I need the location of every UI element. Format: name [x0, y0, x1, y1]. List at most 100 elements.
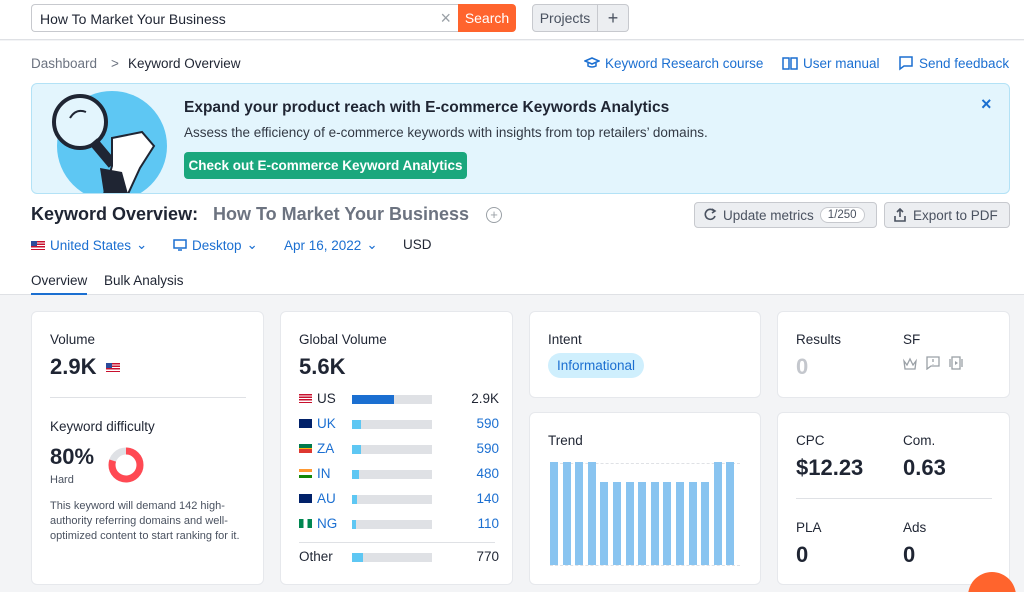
refresh-icon	[704, 208, 717, 221]
results-value: 0	[796, 354, 809, 379]
trend-bar	[650, 481, 659, 565]
keyword-course-label: Keyword Research course	[605, 55, 764, 71]
other-volume: 770	[476, 549, 499, 564]
kd-note: This keyword will demand 142 high-author…	[50, 500, 240, 542]
pla-label: PLA	[796, 520, 822, 535]
country-volume: 590	[476, 441, 499, 456]
trend-bar	[613, 481, 621, 565]
intent-label: Intent	[548, 332, 582, 347]
page-title: Keyword Overview:	[31, 204, 199, 224]
country-volume: 110	[477, 516, 499, 531]
country-code[interactable]: UK	[317, 416, 336, 431]
volume-bar-fill	[352, 420, 361, 429]
country-volume-row: US 2.9K	[299, 390, 499, 408]
volume-value: 2.9K	[50, 354, 97, 379]
country-code[interactable]: AU	[317, 491, 336, 506]
country-volume-row: AU 140	[299, 490, 499, 508]
volume-card: Volume 2.9K Keyword difficulty 80% Hard …	[31, 311, 264, 585]
device-value: Desktop	[192, 237, 242, 253]
volume-bar-fill	[352, 495, 357, 504]
export-pdf-label: Export to PDF	[913, 207, 998, 223]
device-dropdown[interactable]: Desktop ⌄	[173, 237, 258, 253]
volume-bar-fill	[352, 445, 361, 454]
pla-value: 0	[796, 542, 809, 567]
cpc-value: $12.23	[796, 455, 864, 480]
update-metrics-button[interactable]: Update metrics 1/250	[694, 202, 877, 228]
cpc-card: CPC $12.23 Com. 0.63 PLA 0 Ads 0	[777, 412, 1010, 585]
volume-bar-fill	[352, 470, 360, 479]
global-volume-card: Global Volume 5.6K US 2.9K UK 590 ZA 590 IN 480…	[280, 311, 513, 585]
promo-banner: Expand your product reach with E-commerc…	[31, 83, 1010, 194]
clear-search-icon[interactable]: ×	[440, 8, 451, 29]
close-banner-icon[interactable]: ×	[981, 94, 992, 115]
crown-icon	[903, 357, 917, 370]
volume-bar-fill	[352, 520, 356, 529]
user-manual-label: User manual	[803, 55, 880, 71]
sf-label: SF	[903, 332, 921, 347]
trend-bar	[550, 462, 558, 565]
breadcrumb-separator: >	[111, 56, 119, 71]
other-volume-row: Other 770	[299, 548, 499, 566]
video-carousel-icon	[949, 356, 963, 370]
chevron-down-icon: ⌄	[136, 237, 148, 252]
volume-bar-track	[352, 520, 432, 529]
projects-button[interactable]: Projects	[532, 4, 598, 32]
in-flag-icon	[299, 469, 312, 478]
date-dropdown[interactable]: Apr 16, 2022 ⌄	[284, 237, 378, 253]
search-button[interactable]: Search	[458, 4, 516, 32]
country-code[interactable]: ZA	[317, 441, 334, 456]
send-feedback-link[interactable]: Send feedback	[898, 55, 1009, 71]
add-project-button[interactable]: +	[598, 4, 629, 32]
tab-bulk-analysis[interactable]: Bulk Analysis	[104, 273, 184, 293]
intent-badge: Informational	[548, 353, 645, 378]
tab-overview[interactable]: Overview	[31, 273, 88, 295]
country-dropdown[interactable]: United States ⌄	[31, 237, 147, 253]
other-label: Other	[299, 549, 333, 564]
country-code[interactable]: NG	[317, 516, 337, 531]
ecommerce-analytics-button[interactable]: Check out E-commerce Keyword Analytics	[184, 152, 467, 179]
ng-flag-icon	[299, 519, 312, 528]
results-label: Results	[796, 332, 842, 347]
trend-bar	[562, 462, 571, 565]
country-value: United States	[50, 237, 132, 253]
trend-bar	[663, 481, 672, 565]
chat-bubble-icon	[899, 56, 913, 71]
trend-label: Trend	[548, 433, 583, 448]
kd-level: Hard	[50, 474, 74, 486]
keyword-phrase: How To Market Your Business	[213, 204, 470, 224]
divider	[50, 397, 246, 398]
send-feedback-label: Send feedback	[919, 55, 1010, 71]
export-icon	[894, 208, 906, 222]
banner-title: Expand your product reach with E-commerc…	[184, 99, 670, 116]
country-code[interactable]: IN	[317, 466, 331, 481]
country-volume: 140	[476, 491, 499, 506]
au-flag-icon	[299, 494, 312, 503]
trend-bar	[575, 462, 584, 565]
trend-bar	[701, 481, 710, 565]
user-manual-link[interactable]: User manual	[782, 55, 880, 71]
breadcrumb-dashboard[interactable]: Dashboard	[31, 56, 97, 71]
kd-donut-chart	[108, 447, 144, 483]
us-flag-icon	[299, 394, 312, 403]
magnifier-illustration	[52, 91, 167, 193]
chevron-down-icon: ⌄	[366, 237, 378, 252]
chevron-down-icon: ⌄	[246, 237, 258, 252]
us-flag-icon	[31, 240, 45, 250]
global-volume-label: Global Volume	[299, 332, 387, 347]
trend-bar	[625, 481, 634, 565]
trend-bar	[676, 481, 684, 565]
review-icon	[926, 356, 940, 370]
export-pdf-button[interactable]: Export to PDF	[884, 202, 1010, 228]
keyword-course-link[interactable]: Keyword Research course	[584, 55, 763, 71]
trend-bar	[713, 462, 722, 565]
volume-bar-track	[352, 470, 432, 479]
trend-bar	[726, 462, 735, 565]
country-volume: 2.9K	[471, 391, 499, 406]
country-code: US	[317, 391, 336, 406]
add-keyword-icon[interactable]: +	[486, 207, 502, 223]
search-input[interactable]: How To Market Your Business ×	[31, 4, 459, 32]
top-bar: How To Market Your Business × Search Pro…	[0, 0, 1024, 40]
global-volume-value: 5.6K	[299, 354, 346, 379]
volume-bar-track	[352, 553, 432, 562]
us-flag-icon	[106, 363, 120, 372]
